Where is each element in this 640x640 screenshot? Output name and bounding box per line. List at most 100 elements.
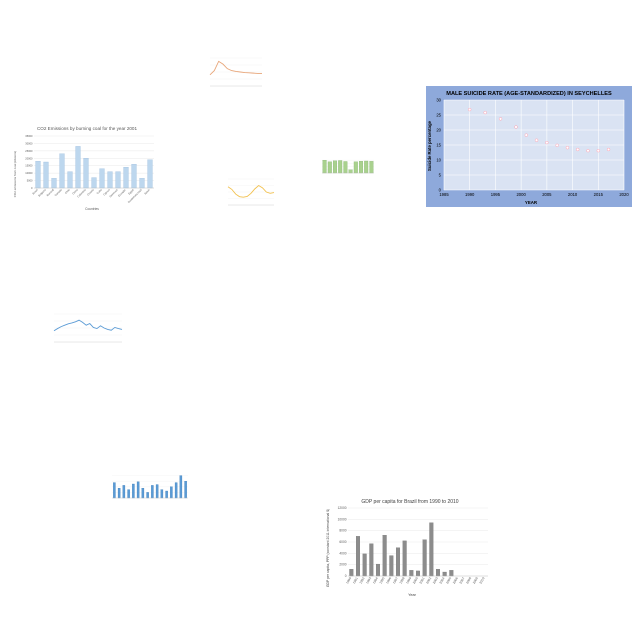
bar: [356, 536, 360, 577]
bar: [179, 475, 183, 499]
y-tick-label: 15: [436, 143, 441, 148]
y-tick-label: 0: [31, 186, 33, 190]
bar: [155, 484, 159, 499]
bar: [83, 158, 89, 189]
series-line: [209, 60, 262, 76]
green-bar-chart: [316, 147, 376, 185]
y-tick-label: 15000: [25, 164, 33, 168]
orange-line-chart-svg: [209, 57, 262, 87]
brazil-chart-svg: GDP per capita for Brazil from 1990 to 2…: [326, 499, 488, 597]
x-tick-label: Croatia: [86, 187, 95, 196]
blue-bar-chart: [104, 458, 192, 518]
bar: [322, 160, 327, 174]
x-tick-label: Ecuador: [117, 188, 127, 198]
y-axis-label: GDP per capita, PPP (constant 2011 inter…: [326, 509, 330, 587]
x-tick-label: Canada: [53, 187, 63, 197]
data-point: [524, 133, 528, 137]
bar: [147, 159, 153, 189]
data-point: [468, 107, 472, 112]
bar: [369, 543, 374, 577]
seychelles-chart: MALE SUICIDE RATE (AGE-STANDARDIZED) IN …: [426, 86, 632, 207]
bar: [442, 571, 447, 577]
data-point: [534, 138, 539, 142]
y-tick-label: 12000: [338, 506, 347, 510]
x-tick-label: 2020: [619, 192, 629, 197]
y-tick-label: 6000: [339, 540, 346, 544]
blue-line-chart: [48, 302, 128, 350]
bar: [382, 535, 387, 577]
plot-area: [209, 57, 262, 87]
y-axis-label: CO2 emissions from coal (kilotons): [13, 151, 17, 198]
bar: [59, 153, 65, 189]
plot-area: 0200040006000800010000120001990 1991 1992 1…: [338, 506, 488, 585]
co2-chart-svg: CO2 Emissions by burning coal for the ye…: [13, 126, 154, 211]
data-point: [483, 110, 487, 115]
chart-title: MALE SUICIDE RATE (AGE-STANDARDIZED) IN …: [446, 91, 612, 97]
y-tick-label: 10000: [338, 517, 347, 521]
bar: [141, 488, 145, 499]
x-tick-label: 1990: [465, 192, 475, 197]
y-tick-label: 5: [439, 173, 442, 178]
y-tick-label: 20: [436, 128, 441, 133]
chart-title: GDP per capita for Brazil from 1990 to 2…: [361, 499, 458, 505]
bar: [160, 489, 164, 499]
bar: [136, 481, 140, 499]
bar: [131, 164, 137, 189]
y-tick-label: 10: [436, 158, 441, 163]
bar: [146, 492, 149, 499]
bar: [349, 569, 354, 577]
bar: [327, 161, 332, 174]
plot-area: 05000100001500020000250003000035000Brazi…: [25, 134, 154, 204]
y-tick-label: 10000: [25, 171, 33, 175]
data-point: [565, 146, 570, 150]
data-point: [586, 149, 590, 153]
bar: [99, 168, 105, 189]
x-tick-label: Spain: [143, 187, 151, 195]
bar: [107, 171, 113, 189]
bar: [117, 488, 121, 499]
bar: [43, 161, 49, 189]
y-tick-label: 30: [436, 98, 441, 103]
plot-area: [322, 160, 374, 174]
y-axis-label: Suicide Rate percentage: [427, 120, 432, 171]
chart-title: CO2 Emissions by burning coal for the ye…: [37, 126, 138, 131]
x-tick-label: Bulgaria: [37, 187, 47, 197]
bar: [364, 160, 369, 174]
bar: [35, 161, 41, 189]
bar: [139, 178, 145, 189]
data-point: [545, 140, 549, 145]
seychelles-chart-svg: MALE SUICIDE RATE (AGE-STANDARDIZED) IN …: [427, 91, 629, 205]
bar: [343, 161, 348, 174]
y-tick-label: 30000: [25, 141, 33, 145]
plot-area: 0510152025301985 1990 1995 2000 2005 2010 2015…: [436, 98, 629, 198]
bar: [174, 482, 178, 499]
plot-area: [53, 313, 123, 343]
bar: [170, 486, 173, 499]
x-axis-label: Countries: [85, 207, 99, 211]
series-line: [53, 319, 123, 332]
y-tick-label: 4000: [339, 551, 346, 555]
data-point: [498, 117, 503, 121]
bar: [91, 177, 97, 189]
bar: [359, 161, 363, 174]
x-tick-label: Colombia: [76, 187, 87, 198]
bar: [151, 485, 154, 499]
bar: [127, 489, 130, 499]
y-tick-label: 2000: [339, 563, 346, 567]
bar: [132, 483, 135, 499]
bar: [409, 570, 414, 577]
bar: [165, 490, 168, 499]
blue-bar-chart-svg: [112, 475, 188, 499]
x-tick-label: 2005: [542, 192, 552, 197]
bar: [362, 553, 367, 577]
bar: [51, 178, 57, 189]
yellow-line-chart-svg: [227, 178, 275, 206]
data-point: [606, 147, 611, 152]
y-tick-label: 35000: [25, 134, 33, 138]
data-point: [596, 149, 600, 153]
bar: [369, 161, 374, 174]
y-tick-label: 25000: [25, 149, 33, 153]
bar: [436, 569, 440, 577]
y-tick-label: 20000: [25, 156, 33, 160]
x-tick-label: 2015: [594, 192, 604, 197]
